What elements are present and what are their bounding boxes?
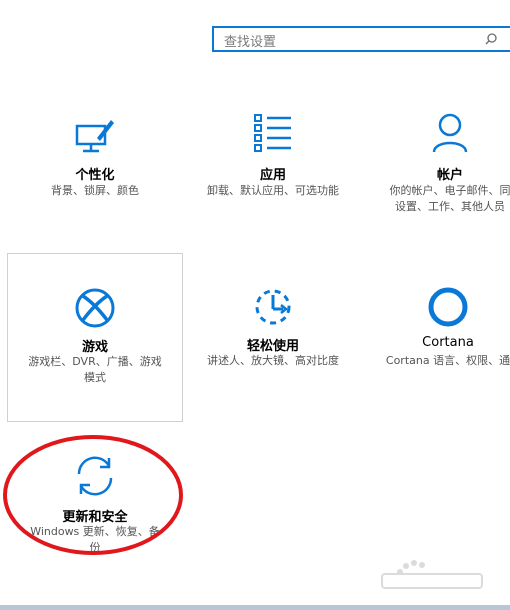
apps-list-icon <box>254 114 291 152</box>
tile-desc: Cortana 语言、权限、通 <box>385 354 510 367</box>
person-icon <box>432 113 468 153</box>
tile-title: 应用 <box>259 168 286 183</box>
search-icon <box>485 33 497 45</box>
tile-desc: 背景、锁屏、颜色 <box>51 184 139 197</box>
tile-personalization[interactable]: 个性化 背景、锁屏、颜色 <box>10 110 180 230</box>
tile-title: 更新和安全 <box>62 510 128 525</box>
tile-title: 游戏 <box>81 340 108 355</box>
tile-title: Cortana <box>422 335 474 350</box>
cortana-icon <box>428 287 468 327</box>
tile-apps[interactable]: 应用 卸载、默认应用、可选功能 <box>188 110 358 230</box>
personalization-icon <box>75 120 114 153</box>
xbox-icon <box>75 288 115 328</box>
tile-desc: 份 <box>89 541 101 554</box>
tile-desc: 卸载、默认应用、可选功能 <box>207 184 339 197</box>
search-input[interactable]: 查找设置 <box>212 26 510 52</box>
tile-accounts[interactable]: 帐户 你的帐户、电子邮件、同 设置、工作、其他人员 <box>370 110 510 230</box>
tile-update-security[interactable]: 更新和安全 Windows 更新、恢复、备 份 <box>10 450 180 560</box>
search-placeholder: 查找设置 <box>224 35 277 50</box>
refresh-icon <box>77 456 113 496</box>
tile-desc: 你的帐户、电子邮件、同 <box>389 184 510 197</box>
tile-desc: 模式 <box>84 371 106 384</box>
tile-title: 个性化 <box>75 168 115 183</box>
tile-desc: 游戏栏、DVR、广播、游戏 <box>28 355 162 368</box>
baidu-watermark-logo <box>381 560 483 589</box>
tile-ease-of-access[interactable]: 轻松使用 讲述人、放大镜、高对比度 <box>188 253 358 413</box>
tile-title: 帐户 <box>436 168 463 183</box>
bottom-edge-bar <box>0 605 510 610</box>
ease-of-access-icon <box>255 289 291 325</box>
tile-desc: 设置、工作、其他人员 <box>395 200 505 213</box>
tile-desc: 讲述人、放大镜、高对比度 <box>207 354 339 367</box>
tile-cortana[interactable]: Cortana Cortana 语言、权限、通 <box>368 253 510 413</box>
tile-title: 轻松使用 <box>246 339 299 354</box>
tile-desc: Windows 更新、恢复、备 <box>30 525 160 538</box>
tile-gaming[interactable]: 游戏 游戏栏、DVR、广播、游戏 模式 <box>7 253 183 422</box>
